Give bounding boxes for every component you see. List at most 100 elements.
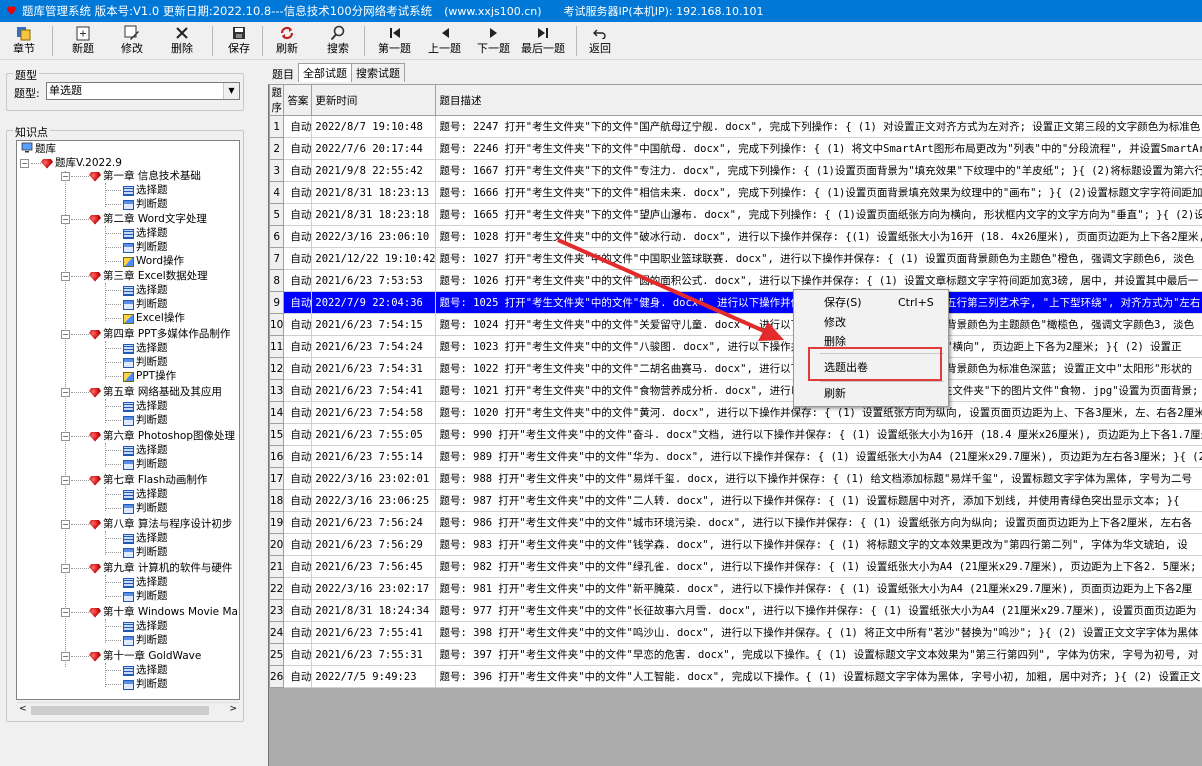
header-answer[interactable]: 答案 [283, 84, 313, 116]
tree-expander[interactable]: − [61, 215, 70, 224]
cell-order[interactable]: 9 [269, 291, 285, 314]
cell-answer[interactable]: 自动 [283, 665, 313, 688]
tree-node-ch1-choice[interactable]: 选择题 [123, 184, 168, 197]
cell-order[interactable]: 18 [269, 489, 285, 512]
tree-node-ch8-judge[interactable]: 判断题 [123, 546, 168, 559]
tree-expander[interactable]: − [61, 432, 70, 441]
tree-node-ch6-choice[interactable]: 选择题 [123, 444, 168, 457]
cell-updated[interactable]: 2021/8/31 18:24:34 [311, 599, 437, 622]
tree-node-ch2-op[interactable]: Word操作 [123, 255, 184, 268]
tree-expander[interactable]: − [20, 159, 29, 168]
cell-order[interactable]: 10 [269, 313, 285, 336]
cell-answer[interactable]: 自动 [283, 467, 313, 490]
header-updated[interactable]: 更新时间 [311, 84, 437, 116]
table-row[interactable]: 23 自动 2021/8/31 18:24:34 题号: 977 打开"考生文件夹"中… [269, 599, 1202, 622]
cell-description[interactable]: 题号: 977 打开"考生文件夹"中的文件"长征故事六月雪. docx", 进行… [435, 599, 1202, 622]
new-question-button[interactable]: 新题 [72, 24, 94, 58]
cell-updated[interactable]: 2021/6/23 7:54:41 [311, 379, 437, 402]
tree-node-ch3[interactable]: 第三章 Excel数据处理 [89, 270, 208, 283]
table-row[interactable]: 26 自动 2022/7/5 9:49:23 题号: 396 打开"考生文件夹"中的文… [269, 665, 1202, 688]
cell-answer[interactable]: 自动 [283, 555, 313, 578]
tree-expander[interactable]: − [61, 388, 70, 397]
cell-order[interactable]: 15 [269, 423, 285, 446]
search-button[interactable]: 搜索 [327, 24, 349, 58]
cell-updated[interactable]: 2022/7/5 9:49:23 [311, 665, 437, 688]
tree-node-ch5-choice[interactable]: 选择题 [123, 400, 168, 413]
cell-order[interactable]: 4 [269, 181, 285, 204]
tree-expander[interactable]: − [61, 652, 70, 661]
cell-answer[interactable]: 自动 [283, 577, 313, 600]
tree-node-ch2[interactable]: 第二章 Word文字处理 [89, 213, 207, 226]
tree-node-root[interactable]: 题库 [21, 142, 56, 156]
chevron-left-icon[interactable]: < [19, 704, 27, 714]
table-row[interactable]: 14 自动 2021/6/23 7:54:58 题号: 1020 打开"考生文件夹"中… [269, 401, 1202, 424]
tree-node-ch6-judge[interactable]: 判断题 [123, 458, 168, 471]
cell-updated[interactable]: 2021/6/23 7:54:15 [311, 313, 437, 336]
tree-node-ch11-judge[interactable]: 判断题 [123, 678, 168, 691]
cell-description[interactable]: 题号: 986 打开"考生文件夹"中的文件"城市环境污染. docx", 进行以… [435, 511, 1202, 534]
tree-expander[interactable]: − [61, 330, 70, 339]
tree-node-ch10-judge[interactable]: 判断题 [123, 634, 168, 647]
cell-order[interactable]: 23 [269, 599, 285, 622]
cell-answer[interactable]: 自动 [283, 401, 313, 424]
cell-updated[interactable]: 2022/7/6 20:17:44 [311, 137, 437, 160]
cell-answer[interactable]: 自动 [283, 643, 313, 666]
cell-description[interactable]: 题号: 983 打开"考生文件夹"中的文件"钱学森. docx", 进行以下操作… [435, 533, 1202, 556]
table-row[interactable]: 25 自动 2021/6/23 7:55:31 题号: 397 打开"考生文件夹"中的… [269, 643, 1202, 666]
question-grid[interactable]: 题序 答案 更新时间 题目描述 1 自动 2022/8/7 19:10:48 题号: … [268, 84, 1202, 766]
tree-node-ch11-choice[interactable]: 选择题 [123, 664, 168, 677]
cell-description[interactable]: 题号: 982 打开"考生文件夹"中的文件"绿孔雀. docx", 进行以下操作… [435, 555, 1202, 578]
cell-updated[interactable]: 2021/6/23 7:55:31 [311, 643, 437, 666]
cell-order[interactable]: 17 [269, 467, 285, 490]
cell-order[interactable]: 25 [269, 643, 285, 666]
tab-all-questions[interactable]: 全部试题 [298, 63, 352, 82]
tree-node-ch9-judge[interactable]: 判断题 [123, 590, 168, 603]
cell-answer[interactable]: 自动 [283, 313, 313, 336]
cell-answer[interactable]: 自动 [283, 599, 313, 622]
cell-description[interactable]: 题号: 1028 打开"考生文件夹"中的文件"破冰行动. docx", 进行以下… [435, 225, 1202, 248]
tree-node-ch2-choice[interactable]: 选择题 [123, 227, 168, 240]
table-row[interactable]: 7 自动 2021/12/22 19:10:42 题号: 1027 打开"考生文件夹"… [269, 247, 1202, 270]
table-row[interactable]: 9 自动 2022/7/9 22:04:36 题号: 1025 打开"考生文件夹"中的… [269, 291, 1202, 314]
tree-node-ch8[interactable]: 第八章 算法与程序设计初步 [89, 518, 232, 531]
cell-order[interactable]: 22 [269, 577, 285, 600]
table-row[interactable]: 2 自动 2022/7/6 20:17:44 题号: 2246 打开"考生文件夹"下的… [269, 137, 1202, 160]
cell-description[interactable]: 题号: 1665 打开"考生文件夹"下的文件"望庐山瀑布. docx", 完成下… [435, 203, 1202, 226]
cell-answer[interactable]: 自动 [283, 335, 313, 358]
cell-description[interactable]: 题号: 990 打开"考生文件夹"中的文件"奋斗. docx"文档, 进行以下操… [435, 423, 1202, 446]
table-row[interactable]: 10 自动 2021/6/23 7:54:15 题号: 1024 打开"考生文件夹"中… [269, 313, 1202, 336]
cell-order[interactable]: 3 [269, 159, 285, 182]
cell-answer[interactable]: 自动 [283, 533, 313, 556]
cell-updated[interactable]: 2022/8/7 19:10:48 [311, 115, 437, 138]
tree-node-ch9[interactable]: 第九章 计算机的软件与硬件 [89, 562, 232, 575]
cell-order[interactable]: 2 [269, 137, 285, 160]
scrollbar-thumb[interactable] [31, 706, 209, 715]
tree-node-ch11[interactable]: 第十一章 GoldWave [89, 650, 201, 663]
menu-item-edit[interactable]: 修改 [824, 315, 846, 331]
cell-updated[interactable]: 2022/3/16 23:06:25 [311, 489, 437, 512]
question-type-select[interactable]: 单选题 ▼ [46, 82, 240, 100]
cell-updated[interactable]: 2021/6/23 7:54:31 [311, 357, 437, 380]
table-row[interactable]: 17 自动 2022/3/16 23:02:01 题号: 988 打开"考生文件夹"中… [269, 467, 1202, 490]
table-row[interactable]: 4 自动 2021/8/31 18:23:13 题号: 1666 打开"考生文件夹"下… [269, 181, 1202, 204]
table-row[interactable]: 19 自动 2021/6/23 7:56:24 题号: 986 打开"考生文件夹"中的… [269, 511, 1202, 534]
tree-node-ch8-choice[interactable]: 选择题 [123, 532, 168, 545]
cell-order[interactable]: 19 [269, 511, 285, 534]
table-row[interactable]: 13 自动 2021/6/23 7:54:41 题号: 1021 打开"考生文件夹"中… [269, 379, 1202, 402]
tree-expander[interactable]: − [61, 564, 70, 573]
cell-description[interactable]: 题号: 396 打开"考生文件夹"中的文件"人工智能. docx", 完成以下操… [435, 665, 1202, 688]
cell-answer[interactable]: 自动 [283, 137, 313, 160]
last-question-button[interactable]: 最后一题 [521, 24, 565, 58]
cell-description[interactable]: 题号: 398 打开"考生文件夹"中的文件"鸣沙山. docx", 进行以下操作… [435, 621, 1202, 644]
table-row[interactable]: 5 自动 2021/8/31 18:23:18 题号: 1665 打开"考生文件夹"下… [269, 203, 1202, 226]
cell-updated[interactable]: 2021/8/31 18:23:13 [311, 181, 437, 204]
cell-updated[interactable]: 2021/6/23 7:56:29 [311, 533, 437, 556]
cell-answer[interactable]: 自动 [283, 247, 313, 270]
tree-node-ch7[interactable]: 第七章 Flash动画制作 [89, 474, 207, 487]
table-row[interactable]: 11 自动 2021/6/23 7:54:24 题号: 1023 打开"考生文件夹"中… [269, 335, 1202, 358]
cell-updated[interactable]: 2022/3/16 23:02:01 [311, 467, 437, 490]
cell-answer[interactable]: 自动 [283, 423, 313, 446]
tree-node-ch3-op[interactable]: Excel操作 [123, 312, 185, 325]
cell-updated[interactable]: 2021/8/31 18:23:18 [311, 203, 437, 226]
chapter-button[interactable]: 章节 [13, 24, 35, 58]
